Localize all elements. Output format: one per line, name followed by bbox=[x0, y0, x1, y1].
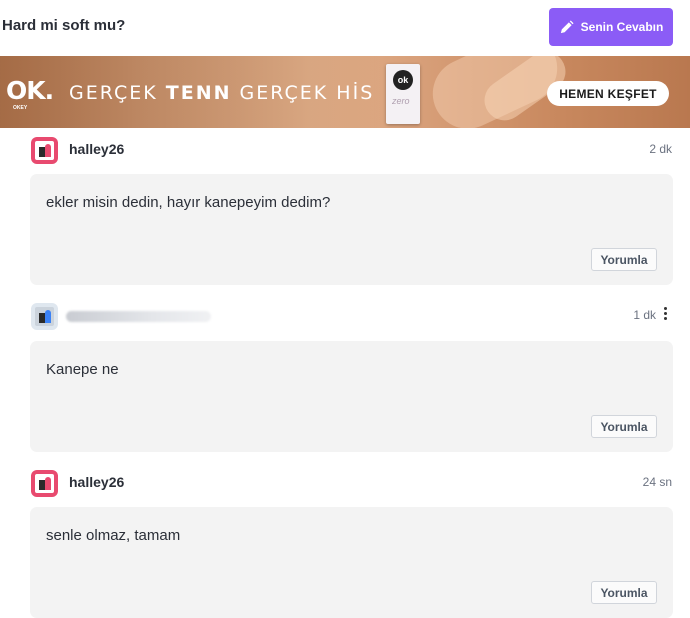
post-time: 1 dk bbox=[633, 308, 656, 322]
answer-card: senle olmaz, tamam Yorumla bbox=[30, 507, 673, 618]
avatar[interactable] bbox=[31, 470, 58, 497]
post-time: 2 dk bbox=[649, 142, 672, 156]
post-header: 1 dk bbox=[31, 303, 676, 331]
username-redacted bbox=[66, 311, 211, 322]
your-answer-button[interactable]: Senin Cevabın bbox=[549, 8, 673, 46]
brand-logo: OK. bbox=[6, 76, 54, 105]
answer-text: ekler misin dedin, hayır kanepeyim dedim… bbox=[46, 194, 331, 211]
post-header: halley26 24 sn bbox=[31, 470, 676, 498]
username[interactable]: halley26 bbox=[69, 474, 124, 490]
topic-header: Hard mi soft mu? Senin Cevabın bbox=[0, 0, 690, 56]
topic-title: Hard mi soft mu? bbox=[2, 17, 126, 34]
comment-button[interactable]: Yorumla bbox=[591, 248, 657, 271]
comment-button[interactable]: Yorumla bbox=[591, 581, 657, 604]
answer-text: Kanepe ne bbox=[46, 361, 119, 378]
your-answer-label: Senin Cevabın bbox=[580, 20, 664, 34]
post-time: 24 sn bbox=[642, 475, 672, 489]
discover-now-button[interactable]: HEMEN KEŞFET bbox=[547, 81, 669, 106]
username[interactable]: halley26 bbox=[69, 141, 124, 157]
post-header: halley26 2 dk bbox=[31, 137, 676, 165]
product-pack-image: ok zero bbox=[386, 64, 420, 124]
banner-slogan: GERÇEK TENN GERÇEK HİS bbox=[69, 82, 375, 104]
more-options-icon[interactable] bbox=[664, 306, 668, 321]
answer-card: Kanepe ne Yorumla bbox=[30, 341, 673, 452]
answer-card: ekler misin dedin, hayır kanepeyim dedim… bbox=[30, 174, 673, 285]
answer-text: senle olmaz, tamam bbox=[46, 527, 181, 544]
avatar[interactable] bbox=[31, 137, 58, 164]
comment-button[interactable]: Yorumla bbox=[591, 415, 657, 438]
ad-banner[interactable]: OK. OKEY GERÇEK TENN GERÇEK HİS ok zero … bbox=[0, 56, 690, 128]
brand-logo-sub: OKEY bbox=[13, 105, 28, 111]
avatar[interactable] bbox=[31, 303, 58, 330]
pencil-icon bbox=[560, 19, 574, 33]
